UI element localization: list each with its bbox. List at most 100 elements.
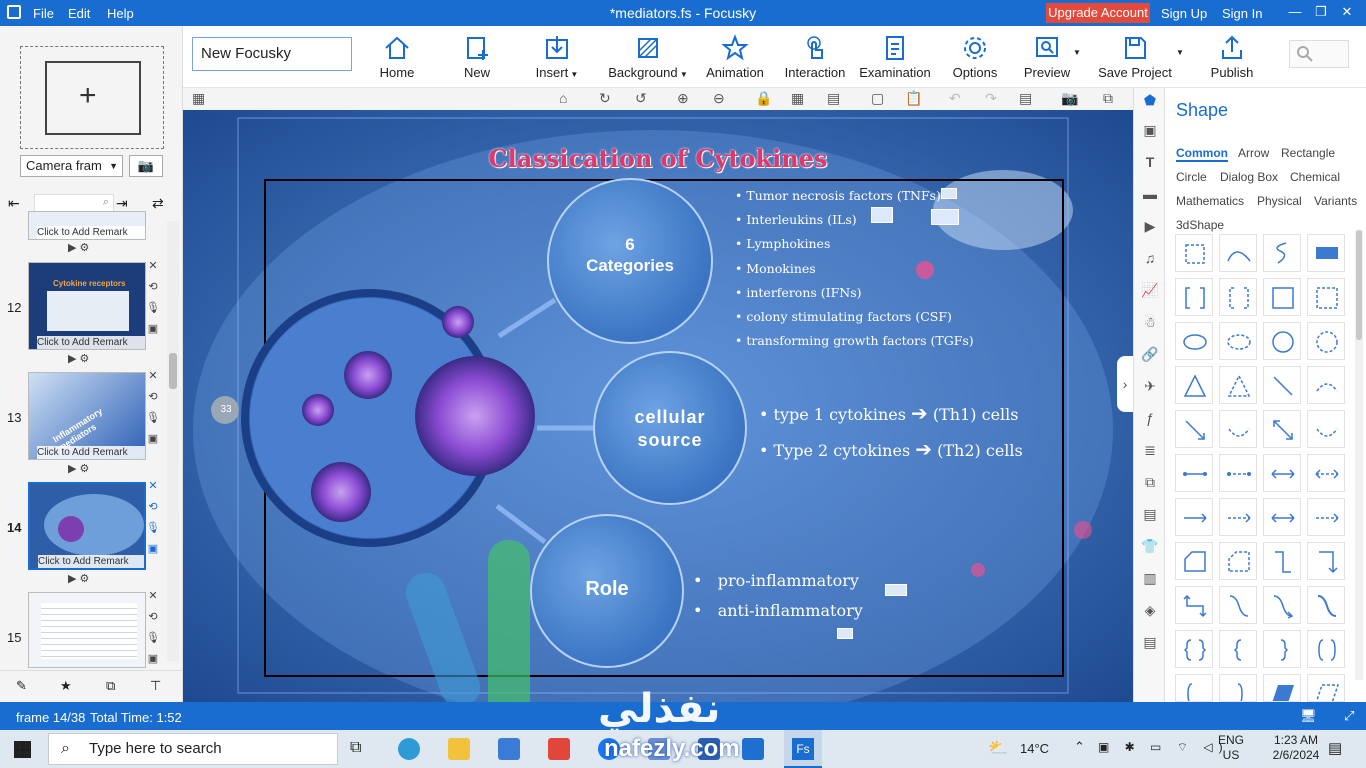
weather-temp[interactable]: 14°C — [1020, 741, 1049, 756]
thumb-play-icon[interactable]: ▶ ⚙ — [68, 241, 89, 254]
lock-icon[interactable]: 🔒 — [755, 90, 772, 107]
shape-tile[interactable] — [1263, 586, 1301, 624]
store-icon[interactable] — [498, 738, 520, 760]
shape-tile[interactable] — [1219, 630, 1257, 668]
weather-icon[interactable]: ⛅ — [988, 738, 1008, 758]
copy-icon[interactable]: ⧉ — [1140, 474, 1160, 494]
windows-start-icon[interactable] — [14, 741, 31, 758]
video-icon[interactable]: ▶ — [1140, 218, 1160, 238]
shape-tile[interactable] — [1263, 234, 1301, 272]
shape-tile[interactable] — [1219, 234, 1257, 272]
thumb-play-icon[interactable]: ▶ ⚙ — [68, 462, 89, 475]
music-icon[interactable]: ♫ — [1140, 250, 1160, 270]
shape-icon[interactable]: ⬟ — [1140, 92, 1160, 112]
first-frame-icon[interactable]: ⇤ — [8, 195, 20, 212]
thumb-tools[interactable]: ✕ ⟲ 🎙 ▣ — [146, 586, 160, 670]
ruler-icon[interactable]: ▦ — [192, 90, 205, 107]
animation-button[interactable]: Animation — [695, 34, 775, 80]
shape-tile[interactable] — [1307, 322, 1345, 360]
note-icon[interactable] — [871, 207, 893, 223]
frame-thumb-14[interactable]: 14 Click to Add Remark ✕ ⟲ 🎙 ▣ ▶ ⚙ — [0, 480, 170, 587]
favorite-frame-icon[interactable]: ★ — [60, 678, 72, 694]
shape-tile[interactable] — [1263, 322, 1301, 360]
tab-chemical[interactable]: Chemical — [1290, 170, 1340, 184]
wps-icon[interactable] — [548, 738, 570, 760]
project-name-input[interactable]: New Focusky — [192, 37, 352, 71]
image-icon[interactable]: ▣ — [1140, 122, 1160, 142]
align-icon[interactable]: ▤ — [827, 90, 840, 107]
shape-tile[interactable] — [1263, 674, 1301, 702]
shape-tile[interactable] — [1307, 366, 1345, 404]
shape-tile[interactable] — [1175, 498, 1213, 536]
widget-icon[interactable]: ▤ — [1140, 506, 1160, 526]
collapse-icon[interactable]: ⊤ — [150, 678, 161, 694]
camera-frame-select[interactable]: Camera fram ▼ — [20, 155, 123, 177]
box-icon[interactable]: ▤ — [1140, 634, 1160, 654]
sign-in-link[interactable]: Sign In — [1222, 6, 1262, 21]
slide-title[interactable]: Classication of Cytokines — [333, 144, 983, 173]
thumb-play-icon[interactable]: ▶ ⚙ — [68, 352, 89, 365]
preview-button[interactable]: Preview — [1007, 34, 1087, 80]
add-frame-button[interactable]: + — [20, 46, 164, 149]
thumb-tools[interactable]: ✕ ⟲ 🎙 ▣ — [146, 256, 160, 340]
copy-icon[interactable]: ▢ — [871, 90, 884, 107]
shape-tile[interactable] — [1263, 278, 1301, 316]
shape-tile[interactable] — [1263, 410, 1301, 448]
close-icon[interactable]: ✕ — [1336, 4, 1358, 20]
grid-icon[interactable]: ▦ — [791, 90, 804, 107]
shape-tile[interactable] — [1263, 630, 1301, 668]
tab-variants[interactable]: Variants — [1314, 194, 1357, 208]
preview-dropdown-icon[interactable]: ▼ — [1073, 48, 1081, 57]
tray-icons[interactable]: ▣ ✱ ▭ ⌔ ◁) — [1098, 740, 1229, 755]
shape-tile[interactable] — [1175, 278, 1213, 316]
tab-mathematics[interactable]: Mathematics — [1176, 194, 1244, 208]
template-icon[interactable]: ▥ — [1140, 570, 1160, 590]
slide-canvas[interactable]: Classication of Cytokines 6 Categories c… — [183, 110, 1133, 702]
shape-tile[interactable] — [1263, 366, 1301, 404]
publish-button[interactable]: Publish — [1192, 34, 1272, 80]
properties-icon[interactable]: ▤ — [1019, 90, 1032, 107]
shape-panel-scrollbar[interactable] — [1355, 230, 1363, 680]
thumb-tools[interactable]: ✕ ⟲ 🎙 ▣ — [146, 476, 160, 560]
tab-arrow[interactable]: Arrow — [1238, 146, 1269, 160]
shape-tile[interactable] — [1175, 586, 1213, 624]
shape-tile[interactable] — [1219, 322, 1257, 360]
shape-tile[interactable] — [1175, 454, 1213, 492]
frame-scrollbar[interactable] — [167, 221, 179, 661]
task-view-icon[interactable]: ⧉ — [350, 739, 361, 757]
fullscreen-icon[interactable]: ⧉ — [1103, 90, 1113, 107]
shape-tile[interactable] — [1307, 542, 1345, 580]
shape-tile[interactable] — [1219, 366, 1257, 404]
link-icon[interactable]: 🔗 — [1140, 346, 1160, 366]
frame-thumb-13[interactable]: 13 Inflammatory mediators Click to Add R… — [0, 370, 170, 477]
scroll-thumb[interactable] — [1356, 230, 1362, 340]
stack-icon[interactable]: ◈ — [1140, 602, 1160, 622]
screenshot-icon[interactable]: 📷 — [1061, 90, 1078, 107]
shape-tile[interactable] — [1175, 542, 1213, 580]
new-button[interactable]: New — [437, 34, 517, 80]
tab-dialog-box[interactable]: Dialog Box — [1220, 170, 1278, 184]
layers-icon[interactable]: ≣ — [1140, 442, 1160, 462]
text-icon[interactable]: T — [1140, 154, 1160, 174]
arrange-icon[interactable]: ⧉ — [106, 678, 115, 694]
shape-tile[interactable] — [1219, 498, 1257, 536]
save-project-button[interactable]: Save Project — [1089, 34, 1181, 80]
shape-tile[interactable] — [1307, 410, 1345, 448]
examination-button[interactable]: Examination — [855, 34, 935, 80]
shape-tile[interactable] — [1263, 542, 1301, 580]
maximize-icon[interactable]: ❐ — [1310, 4, 1332, 20]
options-button[interactable]: Options — [935, 34, 1015, 80]
shape-tile[interactable] — [1175, 366, 1213, 404]
upgrade-account-button[interactable]: Upgrade Account — [1046, 3, 1150, 23]
save-dropdown-icon[interactable]: ▼ — [1176, 48, 1184, 57]
search-input[interactable] — [1289, 40, 1349, 68]
tab-3dshape[interactable]: 3dShape — [1176, 218, 1224, 232]
character-icon[interactable]: ☃ — [1140, 314, 1160, 334]
zoom-in-icon[interactable]: ⊕ — [677, 90, 689, 107]
cellular-source-bubble[interactable]: cellular source — [594, 406, 746, 452]
thumb-play-icon[interactable]: ▶ ⚙ — [68, 572, 89, 585]
taskbar-search-input[interactable]: ⌕ Type here to search — [48, 733, 338, 765]
shape-tile[interactable] — [1307, 234, 1345, 272]
home-button[interactable]: Home — [357, 34, 437, 80]
tab-rectangle[interactable]: Rectangle — [1281, 146, 1335, 160]
